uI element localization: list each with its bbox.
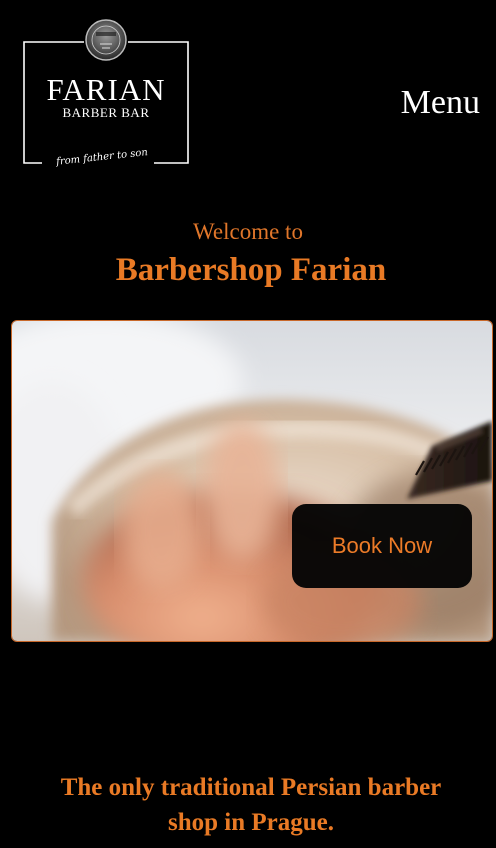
intro-tagline-line1: The only traditional Persian barber: [60, 774, 442, 801]
logo-subtitle: BARBER BAR: [62, 105, 150, 120]
barber-haircut-photo: [12, 321, 492, 641]
intro-tagline: The only traditional Persian barber shop…: [0, 770, 496, 840]
brand-logo[interactable]: FARIAN BARBER BAR from father to son: [22, 18, 190, 188]
logo-title: FARIAN: [46, 72, 166, 107]
page-title: Barbershop Farian: [115, 252, 387, 288]
page: FARIAN BARBER BAR from father to son Men…: [0, 0, 496, 848]
hero-image: Book Now: [11, 320, 493, 642]
barber-emblem-icon: [85, 19, 127, 61]
welcome-text: Welcome to: [193, 219, 303, 244]
menu-button[interactable]: Menu: [401, 86, 480, 120]
book-now-button[interactable]: Book Now: [292, 504, 472, 588]
intro-tagline-line2: shop in Prague.: [167, 809, 334, 836]
